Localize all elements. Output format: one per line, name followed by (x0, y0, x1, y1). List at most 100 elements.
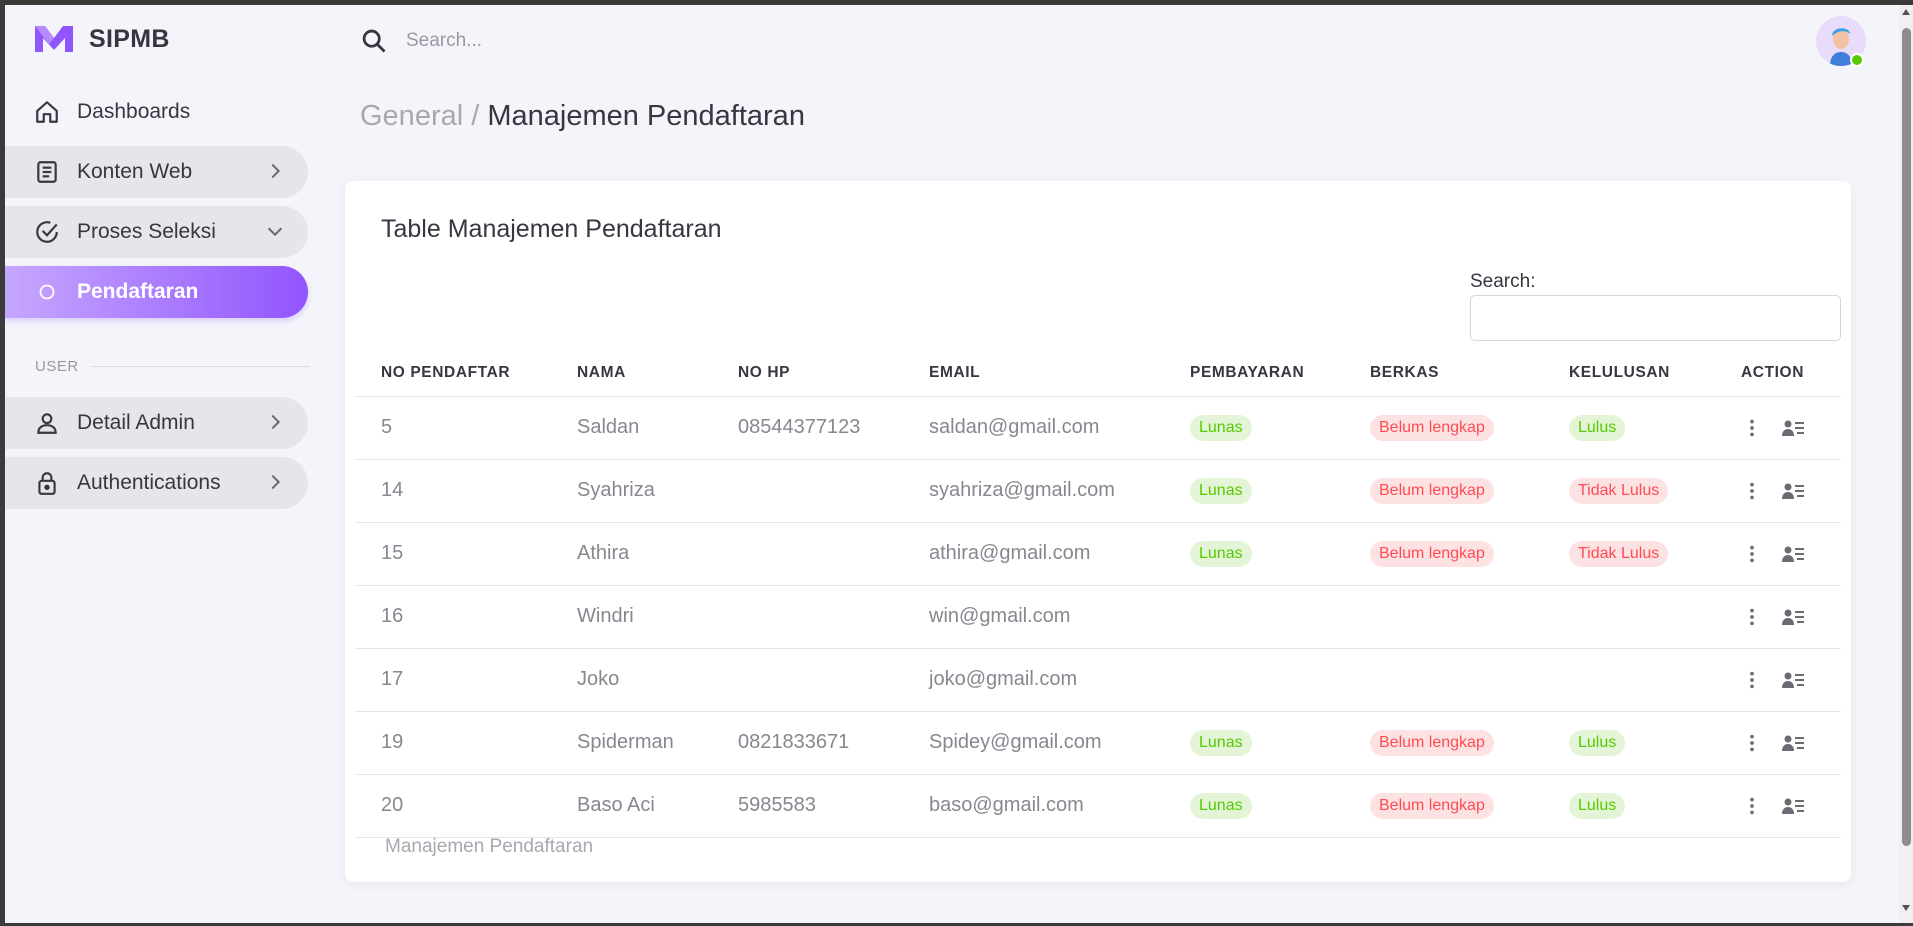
berkas-cell: Belum lengkap (1344, 522, 1543, 586)
action-cell (1715, 711, 1841, 775)
user-icon (33, 409, 61, 437)
more-vertical-icon[interactable] (1741, 480, 1763, 502)
column-header-pembayaran[interactable]: PEMBAYARAN (1164, 351, 1344, 397)
sidebar-item-pendaftaran[interactable]: Pendaftaran (5, 266, 308, 318)
table-row: 17 Joko joko@gmail.com (355, 648, 1841, 712)
search-icon[interactable] (360, 27, 388, 55)
brand[interactable]: SIPMB (33, 22, 170, 56)
sidebar-item-dashboards[interactable]: Dashboards (5, 86, 308, 138)
column-header-action: ACTION (1715, 351, 1841, 397)
cell-email: saldan@gmail.com (903, 396, 1164, 460)
action-cell (1715, 459, 1841, 523)
sidebar-item-proses-seleksi[interactable]: Proses Seleksi (5, 206, 308, 258)
chevron-down-icon (267, 227, 283, 237)
pembayaran-badge: Lunas (1190, 414, 1252, 441)
cell-no-pendaftar: 19 (355, 711, 551, 775)
table-body: 5 Saldan 08544377123 saldan@gmail.com Lunas B… (355, 396, 1841, 838)
table-row: 5 Saldan 08544377123 saldan@gmail.com Lunas B… (355, 396, 1841, 460)
document-icon (33, 158, 61, 186)
more-vertical-icon[interactable] (1741, 795, 1763, 817)
user-details-icon[interactable] (1781, 732, 1805, 754)
berkas-cell: Belum lengkap (1344, 459, 1543, 523)
divider (90, 366, 310, 367)
cell-no-hp (712, 459, 903, 523)
action-cell (1715, 585, 1841, 649)
pembayaran-badge: Lunas (1190, 540, 1252, 567)
pembayaran-cell: Lunas (1164, 396, 1344, 460)
table-card: Table Manajemen Pendaftaran Search: NO P… (345, 181, 1851, 882)
kelulusan-badge: Lulus (1569, 414, 1626, 441)
column-header-kelulusan[interactable]: KELULUSAN (1543, 351, 1715, 397)
user-details-icon[interactable] (1781, 606, 1805, 628)
cell-email: joko@gmail.com (903, 648, 1164, 712)
sidebar-item-label: Konten Web (77, 160, 193, 183)
action-cell (1715, 774, 1841, 838)
user-details-icon[interactable] (1781, 795, 1805, 817)
kelulusan-badge: Lulus (1569, 729, 1626, 756)
kelulusan-cell (1543, 585, 1715, 649)
column-header-no-hp[interactable]: NO HP (712, 351, 903, 397)
sidebar-item-detail-admin[interactable]: Detail Admin (5, 397, 308, 449)
column-header-no-pendaftar[interactable]: NO PENDAFTAR (355, 351, 551, 397)
cell-no-hp (712, 648, 903, 712)
cell-no-hp (712, 585, 903, 649)
more-vertical-icon[interactable] (1741, 543, 1763, 565)
search-input[interactable] (406, 26, 806, 56)
kelulusan-cell: Lulus (1543, 774, 1715, 838)
pembayaran-badge: Lunas (1190, 792, 1252, 819)
circle-icon (33, 278, 61, 306)
sidebar-item-label: Pendaftaran (77, 280, 199, 303)
pembayaran-cell (1164, 648, 1344, 712)
berkas-badge: Belum lengkap (1370, 729, 1494, 756)
kelulusan-badge: Lulus (1569, 792, 1626, 819)
action-cell (1715, 522, 1841, 586)
more-vertical-icon[interactable] (1741, 606, 1763, 628)
user-details-icon[interactable] (1781, 417, 1805, 439)
cell-nama: Spiderman (551, 711, 712, 775)
check-circle-icon (33, 218, 61, 246)
scroll-up-arrow-icon[interactable] (1900, 6, 1912, 18)
pembayaran-badge: Lunas (1190, 729, 1252, 756)
cell-no-hp: 0821833671 (712, 711, 903, 775)
kelulusan-badge: Tidak Lulus (1569, 540, 1669, 567)
berkas-badge: Belum lengkap (1370, 414, 1494, 441)
more-vertical-icon[interactable] (1741, 417, 1763, 439)
brand-name: SIPMB (89, 24, 170, 53)
cell-no-hp (712, 522, 903, 586)
column-header-berkas[interactable]: BERKAS (1344, 351, 1543, 397)
table-search-input[interactable] (1470, 295, 1841, 341)
sidebar-item-authentications[interactable]: Authentications (5, 457, 308, 509)
more-vertical-icon[interactable] (1741, 732, 1763, 754)
sidebar-item-label: Dashboards (77, 100, 191, 123)
kelulusan-cell: Lulus (1543, 711, 1715, 775)
column-header-email[interactable]: EMAIL (903, 351, 1164, 397)
user-details-icon[interactable] (1781, 669, 1805, 691)
pembayaran-cell: Lunas (1164, 522, 1344, 586)
berkas-cell (1344, 585, 1543, 649)
card-footer: Manajemen Pendaftaran (385, 836, 594, 857)
chevron-right-icon (271, 414, 281, 430)
more-vertical-icon[interactable] (1741, 669, 1763, 691)
scroll-down-arrow-icon[interactable] (1900, 902, 1912, 914)
registration-table: NO PENDAFTAR NAMA NO HP EMAIL PEMBAYARAN… (355, 351, 1841, 838)
section-label-text: USER (35, 358, 79, 375)
cell-no-hp: 5985583 (712, 774, 903, 838)
user-details-icon[interactable] (1781, 543, 1805, 565)
cell-no-pendaftar: 20 (355, 774, 551, 838)
online-status-dot (1850, 53, 1864, 67)
breadcrumb-parent[interactable]: General (360, 100, 463, 132)
sidebar-item-konten-web[interactable]: Konten Web (5, 146, 308, 198)
page-title: Manajemen Pendaftaran (487, 100, 805, 132)
table-row: 14 Syahriza syahriza@gmail.com Lunas Belum l… (355, 459, 1841, 523)
scroll-thumb[interactable] (1902, 28, 1911, 846)
column-header-nama[interactable]: NAMA (551, 351, 712, 397)
scrollbar[interactable] (1899, 0, 1913, 926)
user-details-icon[interactable] (1781, 480, 1805, 502)
berkas-cell: Belum lengkap (1344, 711, 1543, 775)
cell-nama: Joko (551, 648, 712, 712)
table-row: 16 Windri win@gmail.com (355, 585, 1841, 649)
kelulusan-cell: Tidak Lulus (1543, 459, 1715, 523)
kelulusan-cell: Lulus (1543, 396, 1715, 460)
pembayaran-cell: Lunas (1164, 459, 1344, 523)
lock-icon (33, 469, 61, 497)
